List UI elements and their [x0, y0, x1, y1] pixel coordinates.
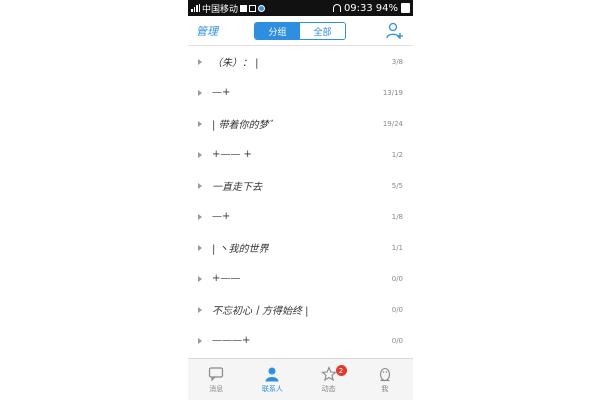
status-left: 中国移动: [191, 2, 266, 15]
tab-label: 我: [381, 384, 389, 393]
add-user-button[interactable]: [385, 21, 405, 41]
contacts-icon: [265, 367, 279, 381]
group-row[interactable]: —+ 13/19: [188, 77, 413, 109]
tab-label: 消息: [209, 384, 224, 393]
headset-icon: [332, 4, 341, 12]
message-icon: [209, 366, 224, 381]
group-list: （朱）： | 3/8 —+ 13/19 | 带着你的梦゛ 19/24 +—— +…: [188, 46, 413, 356]
group-name: | 丶我的世界: [212, 244, 269, 255]
group-name: +——: [212, 273, 241, 284]
group-row[interactable]: +—— 0/0: [188, 263, 413, 295]
tab-label: 联系人: [261, 384, 283, 393]
group-count: 1/8: [391, 212, 403, 221]
segment-groups[interactable]: 分组: [255, 23, 300, 39]
group-count: 0/0: [391, 336, 403, 345]
group-segmented-control: 分组 全部: [254, 22, 346, 40]
nav-bar: 管理 分组 全部: [188, 16, 413, 46]
group-row[interactable]: （朱）： | 3/8: [188, 46, 413, 77]
battery-percent: 94%: [375, 2, 398, 14]
expand-arrow-icon: [198, 306, 202, 313]
group-count: 5/5: [391, 181, 403, 190]
group-name: 不忘初心丨方得始终 |: [212, 306, 309, 317]
expand-arrow-icon: [198, 244, 202, 251]
tab-messages[interactable]: 消息: [188, 359, 244, 400]
expand-arrow-icon: [198, 213, 202, 220]
status-time: 09:33: [343, 2, 373, 14]
group-name: ———+: [212, 335, 251, 346]
signal-icon: [191, 4, 200, 12]
tab-label: 动态: [321, 384, 336, 393]
battery-icon: [401, 3, 410, 13]
star-icon: [320, 365, 337, 381]
group-name: （朱）： |: [212, 58, 259, 69]
expand-arrow-icon: [198, 58, 202, 65]
manage-button[interactable]: 管理: [196, 23, 218, 39]
group-name: —+: [212, 87, 231, 98]
expand-arrow-icon: [198, 151, 202, 158]
segment-all[interactable]: 全部: [300, 23, 345, 39]
status-right: 09:33 94%: [332, 2, 410, 14]
bottom-tab-bar: 消息 联系人 2 动态 我: [188, 358, 413, 400]
group-count: 1/1: [391, 243, 403, 252]
group-name: 一直走下去: [212, 182, 262, 193]
tab-me[interactable]: 我: [357, 359, 413, 400]
group-name: —+: [212, 211, 231, 222]
expand-arrow-icon: [198, 275, 202, 282]
tab-contacts[interactable]: 联系人: [244, 359, 300, 400]
group-count: 0/0: [391, 305, 403, 314]
phone-screen: 中国移动 09:33 94% 管理 分组 全部 （朱）： | 3/8 —+ 13…: [188, 0, 413, 400]
expand-arrow-icon: [198, 182, 202, 189]
group-row[interactable]: +—— + 1/2: [188, 139, 413, 171]
group-row[interactable]: ———+ 0/0: [188, 325, 413, 356]
group-name: +—— +: [212, 149, 252, 160]
group-row[interactable]: —+ 1/8: [188, 201, 413, 233]
group-row[interactable]: | 丶我的世界 1/1: [188, 232, 413, 263]
group-count: 0/0: [391, 274, 403, 283]
status-bar: 中国移动 09:33 94%: [188, 0, 413, 16]
group-count: 1/2: [391, 150, 403, 159]
group-name: | 带着你的梦゛: [212, 120, 279, 131]
app-notification-icon: [258, 4, 266, 12]
group-count: 13/19: [382, 88, 403, 97]
group-count: 19/24: [382, 119, 403, 128]
notification-icon-2: [249, 4, 257, 12]
group-row[interactable]: 一直走下去 5/5: [188, 170, 413, 201]
notification-icon: [240, 4, 248, 12]
group-row[interactable]: | 带着你的梦゛ 19/24: [188, 108, 413, 139]
group-count: 3/8: [391, 57, 403, 66]
expand-arrow-icon: [198, 337, 202, 344]
add-user-icon: [386, 22, 403, 39]
expand-arrow-icon: [198, 120, 202, 127]
group-row[interactable]: 不忘初心丨方得始终 | 0/0: [188, 294, 413, 325]
penguin-icon: [379, 367, 390, 381]
expand-arrow-icon: [198, 89, 202, 96]
carrier-label: 中国移动: [202, 4, 239, 15]
notification-badge: 2: [335, 365, 347, 376]
tab-activity[interactable]: 2 动态: [301, 359, 357, 400]
